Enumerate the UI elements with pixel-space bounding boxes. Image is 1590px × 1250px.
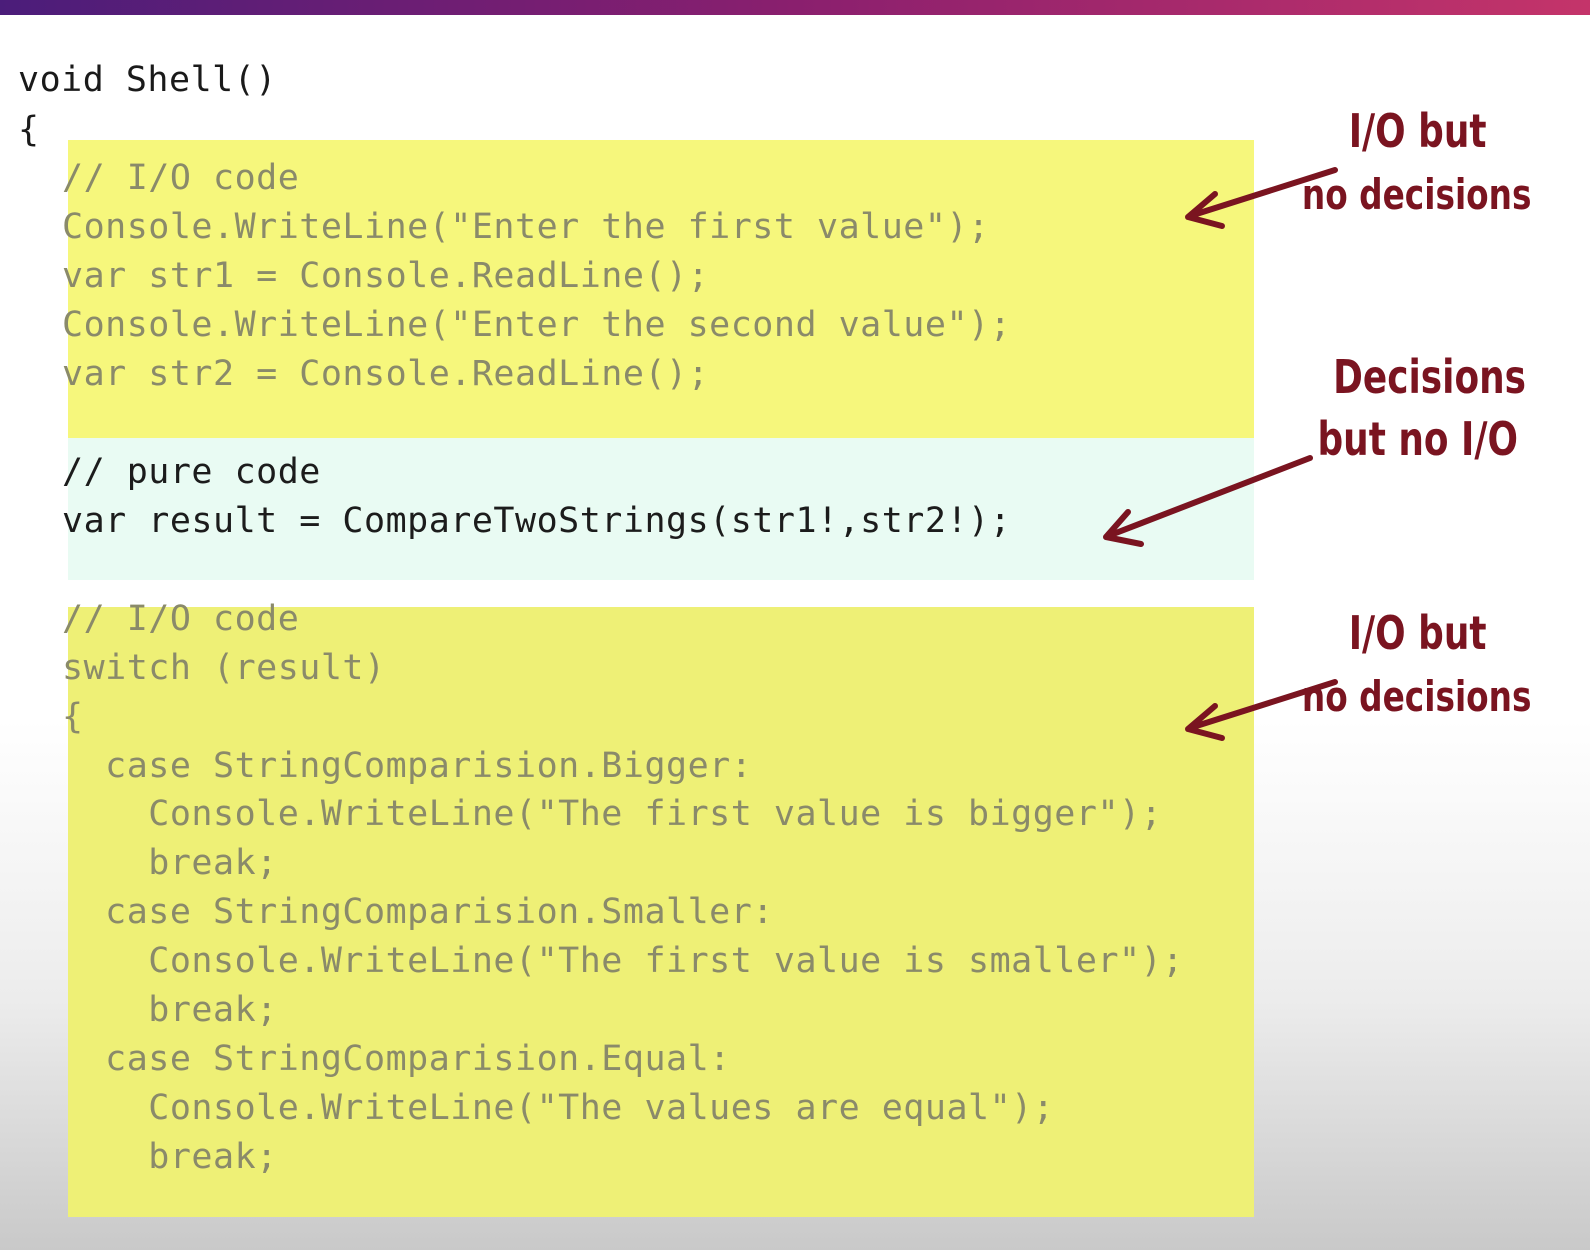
io2-line: Console.WriteLine("The first value is bi…: [62, 794, 1163, 834]
io2-line: Console.WriteLine("The values are equal"…: [62, 1088, 1055, 1128]
io2-line: {: [62, 697, 84, 737]
top-gradient-bar: [0, 0, 1590, 15]
pure-line: var result = CompareTwoStrings(str1!,str…: [62, 501, 1012, 541]
io2-line: // I/O code: [62, 599, 300, 639]
code-function-header: void Shell(): [18, 60, 277, 100]
io2-line: switch (result): [62, 648, 386, 688]
annotation-top-line2: no decisions: [1301, 170, 1532, 219]
annotation-middle-line1: Decisions: [1333, 350, 1526, 404]
io1-line: var str2 = Console.ReadLine();: [62, 354, 710, 394]
io2-line: Console.WriteLine("The first value is sm…: [62, 941, 1184, 981]
io2-line: case StringComparision.Equal:: [62, 1039, 731, 1079]
annotation-bottom-line1: I/O but: [1348, 606, 1487, 660]
code-open-brace: {: [18, 110, 40, 150]
io2-line: break;: [62, 843, 278, 883]
io1-line: Console.WriteLine("Enter the second valu…: [62, 305, 1012, 345]
io1-line: Console.WriteLine("Enter the first value…: [62, 207, 990, 247]
io1-line: // I/O code: [62, 158, 300, 198]
io2-line: break;: [62, 990, 278, 1030]
pure-line: // pure code: [62, 452, 321, 492]
annotation-top-line1: I/O but: [1348, 104, 1487, 158]
io2-line: case StringComparision.Bigger:: [62, 746, 753, 786]
io1-line: var str1 = Console.ReadLine();: [62, 256, 710, 296]
annotation-bottom-line2: no decisions: [1301, 672, 1532, 721]
io2-line: case StringComparision.Smaller:: [62, 892, 774, 932]
annotation-middle-line2: but no I/O: [1317, 412, 1519, 466]
io2-line: break;: [62, 1137, 278, 1177]
